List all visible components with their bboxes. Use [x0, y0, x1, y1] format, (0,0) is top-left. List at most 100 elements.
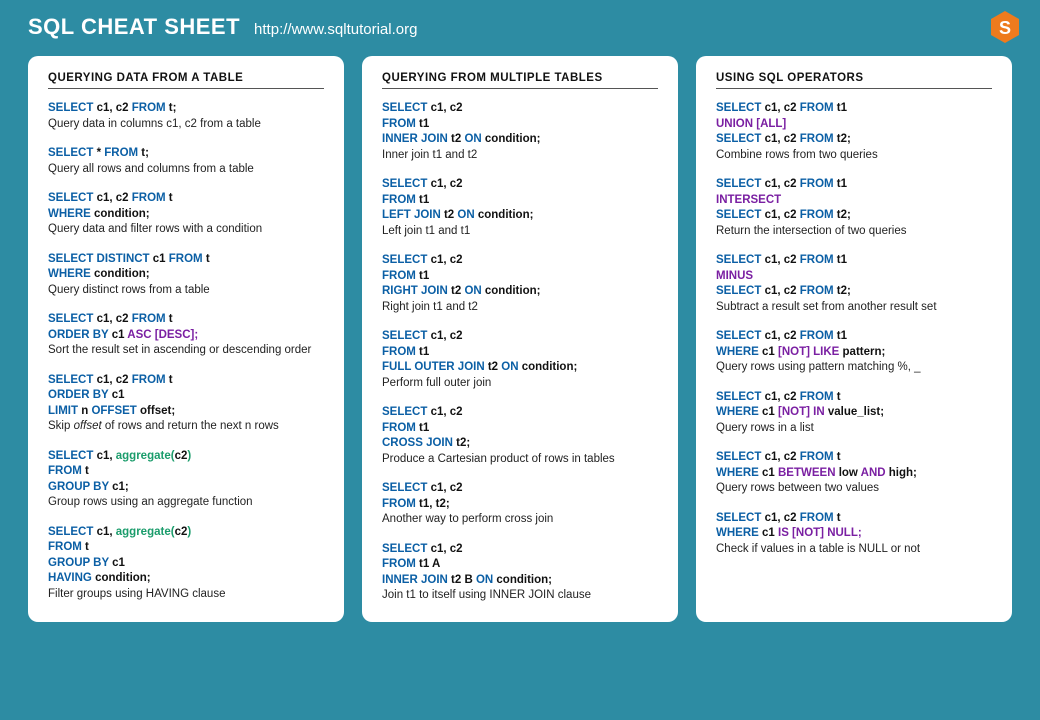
code-snippet: SELECT c1, c2FROM t1LEFT JOIN t2 ON cond… — [382, 177, 658, 239]
code-line: SELECT c1, aggregate(c2) — [48, 525, 324, 541]
code-snippet: SELECT c1, c2FROM t1, t2;Another way to … — [382, 481, 658, 528]
code-snippet: SELECT c1, c2FROM t1INNER JOIN t2 ON con… — [382, 101, 658, 163]
code-line: SELECT c1, c2 — [382, 329, 658, 345]
code-snippet: SELECT c1, c2 FROM tORDER BY c1LIMIT n O… — [48, 373, 324, 435]
code-line: SELECT c1, c2 FROM t1 — [716, 177, 992, 193]
snippet-description: Join t1 to itself using INNER JOIN claus… — [382, 588, 658, 604]
code-line: SELECT c1, c2 FROM t2; — [716, 208, 992, 224]
code-snippet: SELECT c1, aggregate(c2)FROM tGROUP BY c… — [48, 449, 324, 511]
code-snippet: SELECT c1, c2 FROM tWHERE c1 [NOT] IN va… — [716, 390, 992, 437]
code-snippet: SELECT c1, c2FROM t1 AINNER JOIN t2 B ON… — [382, 542, 658, 604]
code-line: WHERE condition; — [48, 207, 324, 223]
code-line: CROSS JOIN t2; — [382, 436, 658, 452]
snippet-description: Combine rows from two queries — [716, 148, 992, 164]
code-snippet: SELECT c1, c2FROM t1CROSS JOIN t2;Produc… — [382, 405, 658, 467]
code-line: SELECT c1, c2 FROM t — [716, 390, 992, 406]
code-snippet: SELECT c1, c2 FROM tWHERE c1 BETWEEN low… — [716, 450, 992, 497]
code-line: SELECT * FROM t; — [48, 146, 324, 162]
code-snippet: SELECT DISTINCT c1 FROM tWHERE condition… — [48, 252, 324, 299]
code-line: FROM t — [48, 464, 324, 480]
code-line: SELECT c1, c2 FROM t — [48, 373, 324, 389]
code-snippet: SELECT c1, c2FROM t1RIGHT JOIN t2 ON con… — [382, 253, 658, 315]
code-line: LIMIT n OFFSET offset; — [48, 404, 324, 420]
code-snippet: SELECT c1, c2 FROM t1INTERSECTSELECT c1,… — [716, 177, 992, 239]
code-snippet: SELECT * FROM t;Query all rows and colum… — [48, 146, 324, 177]
code-line: UNION [ALL] — [716, 117, 992, 133]
code-snippet: SELECT c1, c2 FROM tORDER BY c1 ASC [DES… — [48, 312, 324, 359]
snippet-description: Sort the result set in ascending or desc… — [48, 343, 324, 359]
code-line: LEFT JOIN t2 ON condition; — [382, 208, 658, 224]
code-line: FROM t1 — [382, 269, 658, 285]
section-title: USING SQL OPERATORS — [716, 72, 992, 89]
code-line: INTERSECT — [716, 193, 992, 209]
snippet-description: Filter groups using HAVING clause — [48, 587, 324, 603]
snippet-description: Group rows using an aggregate function — [48, 495, 324, 511]
code-line: SELECT c1, c2 FROM t — [716, 450, 992, 466]
code-line: SELECT c1, c2 FROM t — [48, 312, 324, 328]
snippet-description: Query all rows and columns from a table — [48, 162, 324, 178]
section-title: QUERYING DATA FROM A TABLE — [48, 72, 324, 89]
code-line: FULL OUTER JOIN t2 ON condition; — [382, 360, 658, 376]
snippet-description: Query rows in a list — [716, 421, 992, 437]
code-snippet: SELECT c1, c2 FROM t1UNION [ALL]SELECT c… — [716, 101, 992, 163]
code-snippet: SELECT c1, c2 FROM t1WHERE c1 [NOT] LIKE… — [716, 329, 992, 376]
snippet-description: Query rows between two values — [716, 481, 992, 497]
panel: QUERYING FROM MULTIPLE TABLES SELECT c1, … — [362, 56, 678, 622]
code-line: SELECT c1, c2 FROM t — [716, 511, 992, 527]
code-snippet: SELECT c1, c2 FROM tWHERE c1 IS [NOT] NU… — [716, 511, 992, 558]
snippet-description: Right join t1 and t2 — [382, 300, 658, 316]
code-snippet: SELECT c1, c2 FROM t;Query data in colum… — [48, 101, 324, 132]
snippet-description: Subtract a result set from another resul… — [716, 300, 992, 316]
code-line: SELECT c1, c2 — [382, 481, 658, 497]
code-line: SELECT c1, c2 — [382, 253, 658, 269]
code-line: FROM t1 — [382, 421, 658, 437]
code-line: SELECT c1, c2 — [382, 101, 658, 117]
code-line: INNER JOIN t2 B ON condition; — [382, 573, 658, 589]
code-line: FROM t1, t2; — [382, 497, 658, 513]
code-line: SELECT c1, c2 — [382, 405, 658, 421]
columns-container: QUERYING DATA FROM A TABLE SELECT c1, c2 … — [0, 50, 1040, 642]
code-snippet: SELECT c1, aggregate(c2)FROM tGROUP BY c… — [48, 525, 324, 603]
code-line: WHERE c1 IS [NOT] NULL; — [716, 526, 992, 542]
snippet-description: Return the intersection of two queries — [716, 224, 992, 240]
code-line: FROM t — [48, 540, 324, 556]
code-line: WHERE condition; — [48, 267, 324, 283]
snippet-description: Query rows using pattern matching %, _ — [716, 360, 992, 376]
code-line: SELECT c1, c2 FROM t2; — [716, 284, 992, 300]
snippet-description: Left join t1 and t1 — [382, 224, 658, 240]
code-line: FROM t1 — [382, 117, 658, 133]
snippet-description: Produce a Cartesian product of rows in t… — [382, 452, 658, 468]
code-line: SELECT c1, c2 FROM t1 — [716, 101, 992, 117]
logo-icon: S — [988, 10, 1022, 47]
panel: QUERYING DATA FROM A TABLE SELECT c1, c2 … — [28, 56, 344, 622]
code-line: GROUP BY c1; — [48, 480, 324, 496]
code-line: ORDER BY c1 ASC [DESC]; — [48, 328, 324, 344]
code-snippet: SELECT c1, c2 FROM t1MINUSSELECT c1, c2 … — [716, 253, 992, 315]
snippet-description: Check if values in a table is NULL or no… — [716, 542, 992, 558]
snippet-description: Query data and filter rows with a condit… — [48, 222, 324, 238]
code-line: SELECT DISTINCT c1 FROM t — [48, 252, 324, 268]
code-line: MINUS — [716, 269, 992, 285]
snippet-description: Skip offset of rows and return the next … — [48, 419, 324, 435]
code-line: SELECT c1, c2 FROM t2; — [716, 132, 992, 148]
snippet-description: Query distinct rows from a table — [48, 283, 324, 299]
code-line: INNER JOIN t2 ON condition; — [382, 132, 658, 148]
page-title: SQL CHEAT SHEET — [28, 14, 240, 40]
code-line: SELECT c1, c2 FROM t — [48, 191, 324, 207]
snippet-description: Another way to perform cross join — [382, 512, 658, 528]
code-line: SELECT c1, c2 — [382, 542, 658, 558]
code-line: RIGHT JOIN t2 ON condition; — [382, 284, 658, 300]
code-snippet: SELECT c1, c2 FROM tWHERE condition;Quer… — [48, 191, 324, 238]
code-line: FROM t1 A — [382, 557, 658, 573]
code-line: FROM t1 — [382, 345, 658, 361]
code-line: SELECT c1, c2 FROM t; — [48, 101, 324, 117]
snippet-description: Perform full outer join — [382, 376, 658, 392]
code-line: ORDER BY c1 — [48, 388, 324, 404]
code-line: SELECT c1, c2 FROM t1 — [716, 329, 992, 345]
code-line: SELECT c1, aggregate(c2) — [48, 449, 324, 465]
snippet-description: Query data in columns c1, c2 from a tabl… — [48, 117, 324, 133]
section-title: QUERYING FROM MULTIPLE TABLES — [382, 72, 658, 89]
svg-text:S: S — [999, 18, 1011, 38]
snippet-description: Inner join t1 and t2 — [382, 148, 658, 164]
panel: USING SQL OPERATORS SELECT c1, c2 FROM t1… — [696, 56, 1012, 622]
